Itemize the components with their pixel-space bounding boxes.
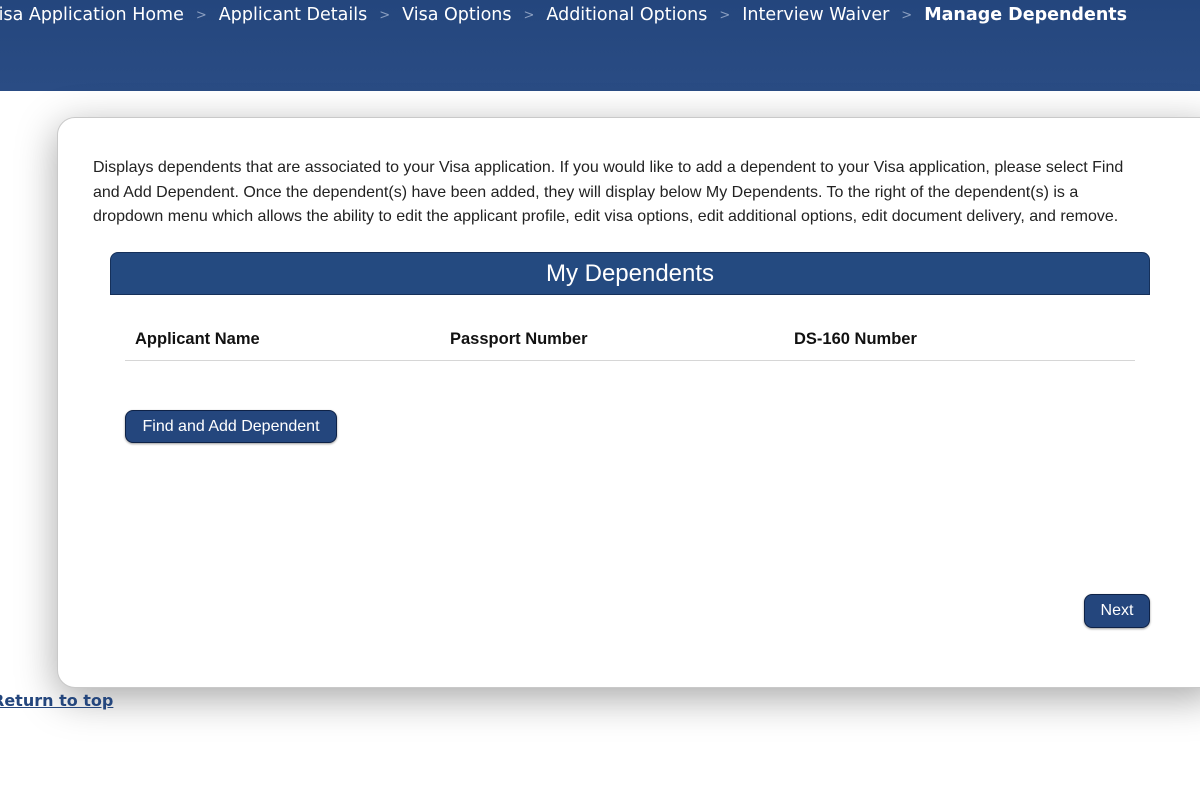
find-and-add-dependent-button[interactable]: Find and Add Dependent — [125, 410, 337, 443]
breadcrumb-item-additional-options[interactable]: Additional Options — [546, 5, 707, 25]
manage-dependents-card: Displays dependents that are associated … — [57, 117, 1200, 688]
next-button[interactable]: Next — [1084, 594, 1150, 628]
return-to-top-link[interactable]: Return to top — [0, 691, 113, 710]
breadcrumb: Visa Application Home > Applicant Detail… — [0, 5, 1127, 25]
breadcrumb-item-visa-options[interactable]: Visa Options — [402, 5, 511, 25]
breadcrumb-item-visa-application-home[interactable]: Visa Application Home — [0, 5, 184, 25]
top-header-bar: Visa Application Home > Applicant Detail… — [0, 0, 1200, 91]
column-header-passport-number: Passport Number — [450, 330, 588, 348]
my-dependents-panel-header: My Dependents — [110, 252, 1150, 295]
breadcrumb-separator-icon: > — [719, 7, 731, 23]
breadcrumb-separator-icon: > — [195, 7, 207, 23]
page-description: Displays dependents that are associated … — [93, 159, 1124, 225]
column-header-applicant-name: Applicant Name — [135, 330, 260, 348]
breadcrumb-separator-icon: > — [379, 7, 391, 23]
breadcrumb-item-manage-dependents: Manage Dependents — [924, 5, 1128, 25]
breadcrumb-item-applicant-details[interactable]: Applicant Details — [219, 5, 367, 25]
dependents-table-header: Applicant Name Passport Number DS-160 Nu… — [125, 316, 1135, 361]
breadcrumb-separator-icon: > — [523, 7, 535, 23]
panel-title: My Dependents — [545, 259, 715, 287]
breadcrumb-separator-icon: > — [901, 7, 913, 23]
column-header-ds160-number: DS-160 Number — [794, 330, 917, 348]
breadcrumb-item-interview-waiver[interactable]: Interview Waiver — [742, 5, 889, 25]
